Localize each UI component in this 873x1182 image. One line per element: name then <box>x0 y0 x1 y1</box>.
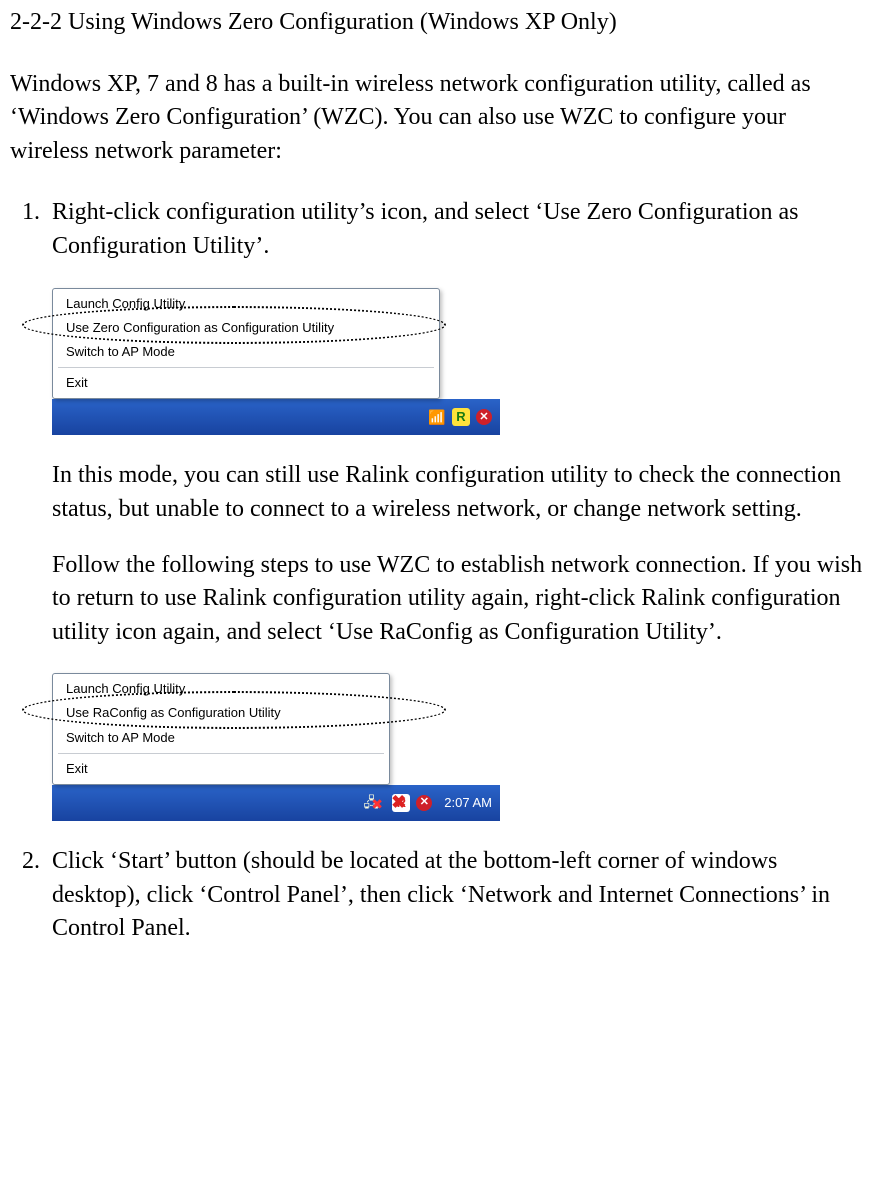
menu-item-launch[interactable]: Launch Config Utility <box>56 292 436 316</box>
cross-icon: ✖ <box>391 793 411 813</box>
menu-item-exit[interactable]: Exit <box>56 757 386 781</box>
menu-separator <box>58 367 434 368</box>
step-1-text: Right-click configuration utility’s icon… <box>52 196 863 263</box>
ralink-tray-icon[interactable]: R <box>452 408 470 426</box>
intro-paragraph: Windows XP, 7 and 8 has a built-in wirel… <box>10 68 863 169</box>
menu-item-use-raconfig[interactable]: Use RaConfig as Configuration Utility <box>56 701 386 725</box>
menu-item-launch[interactable]: Launch Config Utility <box>56 677 386 701</box>
security-shield-icon[interactable]: ✕ <box>416 795 432 811</box>
step-2: Click ‘Start’ button (should be located … <box>46 845 863 946</box>
taskbar-clock: 2:07 AM <box>444 794 492 812</box>
network-disconnected-icon[interactable]: 🖧✖ <box>368 794 386 812</box>
step-1-after-paragraph-2: Follow the following steps to use WZC to… <box>52 549 863 650</box>
taskbar-1: 📶 R ✕ <box>52 399 500 435</box>
step-1-after-paragraph-1: In this mode, you can still use Ralink c… <box>52 459 863 526</box>
menu-item-use-zero[interactable]: Use Zero Configuration as Configuration … <box>56 316 436 340</box>
screenshot-2: Launch Config Utility Use RaConfig as Co… <box>52 673 492 821</box>
step-2-text: Click ‘Start’ button (should be located … <box>52 845 863 946</box>
step-1: Right-click configuration utility’s icon… <box>46 196 863 821</box>
menu-item-switch-ap[interactable]: Switch to AP Mode <box>56 340 436 364</box>
section-heading: 2-2-2 Using Windows Zero Configuration (… <box>10 6 863 40</box>
security-shield-icon[interactable]: ✕ <box>476 409 492 425</box>
menu-item-switch-ap[interactable]: Switch to AP Mode <box>56 726 386 750</box>
screenshot-1: Launch Config Utility Use Zero Configura… <box>52 288 492 436</box>
context-menu-2: Launch Config Utility Use RaConfig as Co… <box>52 673 390 785</box>
steps-list: Right-click configuration utility’s icon… <box>10 196 863 945</box>
ralink-tray-disabled-icon[interactable]: R✖ <box>392 794 410 812</box>
menu-separator <box>58 753 384 754</box>
wireless-icon[interactable]: 📶 <box>428 408 446 426</box>
menu-item-exit[interactable]: Exit <box>56 371 436 395</box>
context-menu-1: Launch Config Utility Use Zero Configura… <box>52 288 440 400</box>
taskbar-2: 🖧✖ R✖ ✕ 2:07 AM <box>52 785 500 821</box>
